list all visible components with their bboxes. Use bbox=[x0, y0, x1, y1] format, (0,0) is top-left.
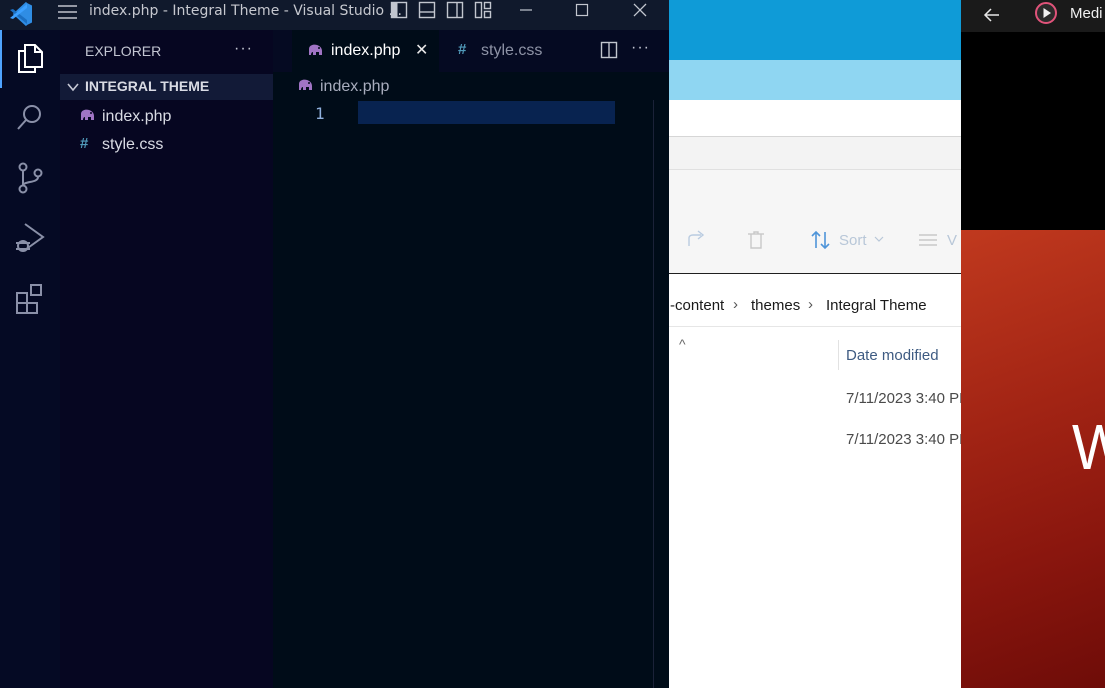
line-number: 1 bbox=[315, 104, 325, 123]
window-title: index.php - Integral Theme - Visual Stud… bbox=[89, 3, 402, 19]
delete-icon[interactable] bbox=[746, 230, 766, 250]
explorer-view-button[interactable] bbox=[0, 30, 60, 86]
breadcrumb-segment[interactable]: Integral Theme bbox=[826, 297, 927, 314]
sidebar-title: EXPLORER bbox=[85, 43, 162, 59]
file-row[interactable]: 7/11/2023 3:40 PM bbox=[669, 421, 961, 457]
php-elephant-icon bbox=[297, 78, 313, 92]
media-artwork: W bbox=[961, 230, 1105, 688]
chevron-right-icon: › bbox=[808, 296, 813, 313]
media-app-title: Medi bbox=[1070, 5, 1103, 22]
file-row[interactable]: 7/11/2023 3:40 PM bbox=[669, 380, 961, 416]
breadcrumb-segment[interactable]: themes bbox=[751, 297, 800, 314]
run-debug-view-button[interactable] bbox=[0, 210, 60, 266]
toggle-panel-icon[interactable] bbox=[418, 1, 436, 19]
php-elephant-icon bbox=[307, 43, 323, 57]
media-title-bar: Medi bbox=[961, 0, 1105, 32]
file-item-index-php[interactable]: index.php bbox=[60, 102, 273, 130]
chevron-down-icon bbox=[874, 234, 884, 244]
editor-ruler bbox=[653, 100, 654, 688]
editor-more-button[interactable]: ··· bbox=[631, 39, 650, 57]
file-date: 7/11/2023 3:40 PM bbox=[846, 390, 961, 407]
split-editor-icon[interactable] bbox=[600, 41, 618, 59]
search-icon bbox=[17, 105, 41, 130]
extensions-icon bbox=[16, 284, 42, 314]
css-hash-icon: # bbox=[458, 41, 467, 58]
explorer-header-band bbox=[669, 0, 961, 60]
view-icon[interactable] bbox=[918, 232, 938, 248]
customize-layout-icon[interactable] bbox=[474, 1, 492, 19]
tab-label: style.css bbox=[481, 42, 543, 59]
css-hash-icon: # bbox=[80, 135, 89, 152]
close-window-icon[interactable] bbox=[632, 1, 648, 19]
editor-breadcrumb[interactable]: index.php bbox=[320, 78, 389, 96]
file-name: style.css bbox=[102, 136, 164, 153]
php-elephant-icon bbox=[79, 108, 95, 122]
tab-label: index.php bbox=[331, 42, 401, 59]
close-tab-icon[interactable]: ✕ bbox=[415, 40, 428, 60]
search-view-button[interactable] bbox=[0, 90, 60, 146]
maximize-icon[interactable] bbox=[574, 1, 590, 19]
activity-bar bbox=[0, 30, 60, 688]
file-item-style-css[interactable]: # style.css bbox=[60, 130, 273, 158]
explorer-toolbar: Sort V bbox=[669, 170, 961, 274]
column-divider[interactable] bbox=[838, 340, 839, 370]
sort-icon[interactable] bbox=[810, 229, 832, 251]
sort-arrow-icon: ^ bbox=[679, 336, 686, 352]
file-date: 7/11/2023 3:40 PM bbox=[846, 431, 961, 448]
column-header-date-modified[interactable]: Date modified bbox=[846, 347, 939, 364]
file-explorer-window: Sort V -content › themes › Integral Them… bbox=[669, 0, 961, 688]
tab-style-css[interactable]: # style.css bbox=[439, 30, 575, 72]
explorer-subheader-band bbox=[669, 60, 961, 100]
toggle-secondary-sidebar-icon[interactable] bbox=[446, 1, 464, 19]
current-line-highlight bbox=[358, 101, 615, 124]
path-breadcrumb: -content › themes › Integral Theme bbox=[669, 274, 961, 327]
chevron-down-icon bbox=[66, 80, 80, 94]
artwork-letter: W bbox=[1072, 410, 1105, 484]
files-icon bbox=[18, 44, 43, 73]
vscode-logo-icon bbox=[8, 2, 34, 26]
run-debug-icon bbox=[16, 223, 45, 252]
breadcrumb-segment[interactable]: -content bbox=[670, 297, 724, 314]
source-control-view-button[interactable] bbox=[0, 150, 60, 206]
tab-index-php[interactable]: index.php ✕ bbox=[292, 30, 439, 72]
menu-icon[interactable] bbox=[57, 3, 79, 21]
minimize-icon[interactable] bbox=[518, 1, 534, 19]
share-icon[interactable] bbox=[687, 230, 707, 248]
media-black-area bbox=[961, 32, 1105, 230]
extensions-view-button[interactable] bbox=[0, 270, 60, 326]
project-name: INTEGRAL THEME bbox=[85, 78, 210, 94]
chevron-right-icon: › bbox=[733, 296, 738, 313]
view-label-cut: V bbox=[947, 232, 958, 249]
project-folder-header[interactable]: INTEGRAL THEME bbox=[60, 74, 273, 100]
back-arrow-icon[interactable] bbox=[983, 5, 1001, 25]
explorer-tab-strip bbox=[669, 100, 961, 137]
toggle-sidebar-icon[interactable] bbox=[390, 1, 408, 19]
sort-button[interactable]: Sort bbox=[839, 232, 867, 249]
explorer-address-strip bbox=[669, 137, 961, 170]
sidebar-more-button[interactable]: ··· bbox=[234, 40, 253, 58]
editor-area[interactable]: 1 index.php bbox=[273, 30, 669, 688]
title-bar: index.php - Integral Theme - Visual Stud… bbox=[0, 0, 669, 30]
media-player-window: Medi W bbox=[961, 0, 1105, 688]
explorer-sidebar: EXPLORER ··· INTEGRAL THEME index.php # … bbox=[60, 30, 273, 688]
vscode-window: index.php - Integral Theme - Visual Stud… bbox=[0, 0, 669, 688]
source-control-icon bbox=[18, 162, 43, 194]
tab-bar: index.php ✕ # style.css ··· bbox=[273, 30, 669, 72]
file-name: index.php bbox=[102, 108, 172, 125]
media-player-logo-icon bbox=[1034, 1, 1058, 25]
